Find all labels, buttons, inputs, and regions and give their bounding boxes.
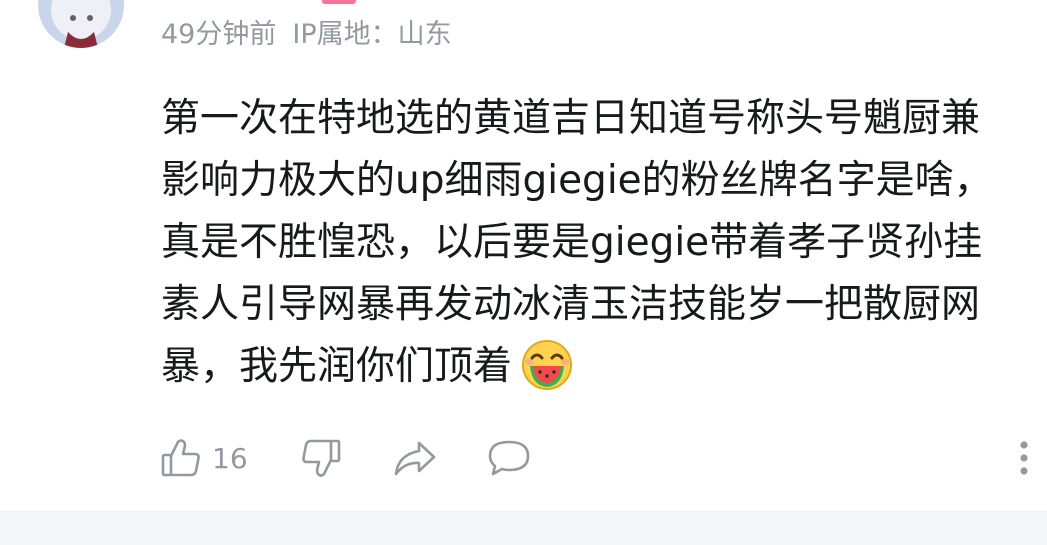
like-count: 16 [212, 441, 248, 475]
reply-button[interactable] [487, 430, 531, 486]
content-line: 第一次在特地选的黄道吉日知道号称头号魈厨兼 [161, 96, 981, 141]
comment-actions: 16 [0, 430, 1047, 486]
share-icon [393, 437, 437, 479]
top-accent-bar [322, 0, 356, 4]
watermelon-laughing-emoji-icon [520, 338, 574, 392]
content-line: 真是不胜惶恐，以后要是giegie带着孝子贤孙挂 [161, 220, 983, 265]
more-vertical-icon [1015, 438, 1033, 478]
share-button[interactable] [393, 430, 437, 486]
content-line: 影响力极大的up细雨giegie的粉丝牌名字是啥， [161, 158, 993, 203]
like-button[interactable]: 16 [160, 430, 248, 486]
ip-location: IP属地：山东 [292, 19, 452, 50]
comment-bubble-icon [487, 437, 531, 479]
avatar[interactable] [38, 0, 124, 48]
dislike-button[interactable] [300, 430, 342, 486]
section-divider [0, 511, 1047, 545]
content-line: 素人引导网暴再发动冰清玉洁技能岁一把散厨网 [161, 282, 981, 327]
content-line-last: 暴，我先润你们顶着 [161, 336, 1027, 398]
comment-meta: 49分钟前 IP属地：山东 [161, 17, 452, 53]
comment-time: 49分钟前 [161, 19, 277, 50]
content-line: 暴，我先润你们顶着 [161, 344, 513, 389]
comment-content: 第一次在特地选的黄道吉日知道号称头号魈厨兼 影响力极大的up细雨giegie的粉… [161, 88, 1027, 398]
thumbs-up-icon [160, 437, 202, 479]
more-button[interactable] [1015, 430, 1033, 486]
thumbs-down-icon [300, 437, 342, 479]
